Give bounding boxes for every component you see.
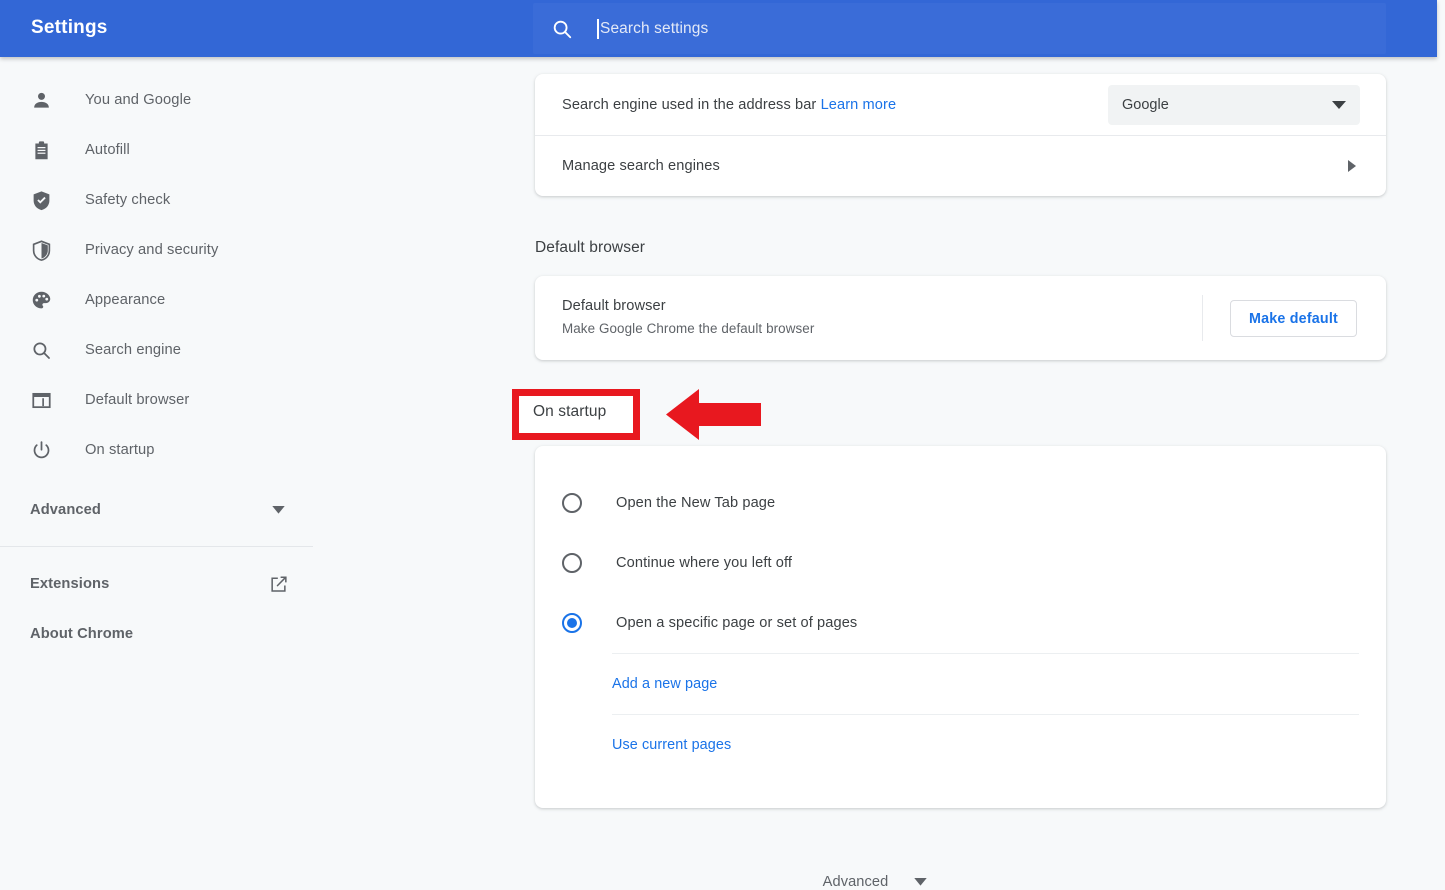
- search-input[interactable]: Search settings: [533, 3, 1386, 54]
- radio-button-selected[interactable]: [562, 613, 582, 633]
- learn-more-link[interactable]: Learn more: [821, 97, 897, 113]
- sidebar-item-label: Search engine: [85, 342, 181, 358]
- radio-button[interactable]: [562, 493, 582, 513]
- sidebar-item-extensions[interactable]: Extensions: [0, 559, 313, 609]
- sidebar-item-label: About Chrome: [30, 626, 133, 642]
- row-divider: [612, 714, 1359, 715]
- sidebar: You and Google Autofill Safety check Pri…: [0, 57, 314, 875]
- chevron-down-icon: [1332, 101, 1346, 109]
- sidebar-advanced-label: Advanced: [30, 502, 101, 518]
- shield-half-icon: [31, 240, 52, 261]
- search-engine-select-value: Google: [1122, 97, 1332, 113]
- search-engine-row-label: Search engine used in the address bar Le…: [562, 97, 896, 113]
- main-content: Search engine used in the address bar Le…: [313, 57, 1437, 875]
- sidebar-item-advanced[interactable]: Advanced: [0, 485, 313, 535]
- use-current-pages-row[interactable]: Use current pages: [535, 714, 1386, 775]
- sidebar-item-label: Safety check: [85, 192, 170, 208]
- sidebar-item-label: On startup: [85, 442, 155, 458]
- sidebar-item-label: Privacy and security: [85, 242, 218, 258]
- sidebar-item-label: Appearance: [85, 292, 165, 308]
- clipboard-icon: [31, 140, 52, 161]
- search-icon: [551, 18, 573, 40]
- sidebar-item-on-startup[interactable]: On startup: [0, 425, 313, 475]
- external-link-icon: [270, 575, 288, 593]
- button-divider: [1202, 295, 1203, 341]
- search-engine-row-text: Search engine used in the address bar: [562, 97, 821, 113]
- sidebar-item-label: Autofill: [85, 142, 130, 158]
- sidebar-divider: [0, 546, 313, 547]
- startup-option-new-tab[interactable]: Open the New Tab page: [535, 473, 1386, 533]
- startup-option-label: Open a specific page or set of pages: [616, 615, 857, 631]
- make-default-button[interactable]: Make default: [1230, 300, 1357, 337]
- manage-search-engines-label: Manage search engines: [562, 158, 720, 174]
- browser-window-icon: [31, 390, 52, 411]
- add-a-new-page-row[interactable]: Add a new page: [535, 653, 1386, 714]
- search-icon: [31, 340, 52, 361]
- radio-button[interactable]: [562, 553, 582, 573]
- sidebar-item-default-browser[interactable]: Default browser: [0, 375, 313, 425]
- on-startup-card: Open the New Tab page Continue where you…: [535, 446, 1386, 808]
- sidebar-item-label: Default browser: [85, 392, 189, 408]
- advanced-expand-button[interactable]: Advanced: [313, 874, 1437, 890]
- annotation-arrow-left-icon: [666, 388, 761, 441]
- app-header: Settings Search settings: [0, 0, 1437, 57]
- use-current-pages-link: Use current pages: [612, 737, 731, 753]
- default-browser-row-title: Default browser: [562, 298, 814, 314]
- sidebar-item-you-and-google[interactable]: You and Google: [0, 75, 313, 125]
- on-startup-section-title: On startup: [533, 403, 606, 421]
- palette-icon: [31, 290, 52, 311]
- default-browser-row-sub: Make Google Chrome the default browser: [562, 321, 814, 336]
- text-cursor: [597, 19, 599, 39]
- power-icon: [31, 440, 52, 461]
- default-browser-card: Default browser Make Google Chrome the d…: [535, 276, 1386, 360]
- chevron-right-icon: [1348, 160, 1356, 172]
- chevron-down-icon: [914, 878, 927, 886]
- default-browser-section-title: Default browser: [535, 239, 645, 257]
- sidebar-item-about-chrome[interactable]: About Chrome: [0, 609, 313, 659]
- search-engine-card: Search engine used in the address bar Le…: [535, 74, 1386, 196]
- startup-option-label: Open the New Tab page: [616, 495, 775, 511]
- manage-search-engines-row[interactable]: Manage search engines: [535, 135, 1386, 196]
- search-engine-select[interactable]: Google: [1108, 85, 1360, 125]
- sidebar-item-appearance[interactable]: Appearance: [0, 275, 313, 325]
- add-a-new-page-link: Add a new page: [612, 676, 717, 692]
- page-title: Settings: [31, 17, 108, 39]
- startup-option-label: Continue where you left off: [616, 555, 792, 571]
- row-divider: [612, 653, 1359, 654]
- sidebar-item-autofill[interactable]: Autofill: [0, 125, 313, 175]
- shield-check-icon: [31, 190, 52, 211]
- sidebar-item-search-engine[interactable]: Search engine: [0, 325, 313, 375]
- sidebar-item-label: You and Google: [85, 92, 191, 108]
- search-placeholder: Search settings: [600, 20, 708, 38]
- sidebar-item-label: Extensions: [30, 576, 109, 592]
- sidebar-item-safety-check[interactable]: Safety check: [0, 175, 313, 225]
- person-icon: [31, 90, 52, 111]
- chevron-down-icon: [272, 506, 285, 514]
- sidebar-item-privacy-and-security[interactable]: Privacy and security: [0, 225, 313, 275]
- advanced-expand-label: Advanced: [823, 874, 889, 890]
- startup-option-continue[interactable]: Continue where you left off: [535, 533, 1386, 593]
- startup-option-specific-page[interactable]: Open a specific page or set of pages: [535, 593, 1386, 653]
